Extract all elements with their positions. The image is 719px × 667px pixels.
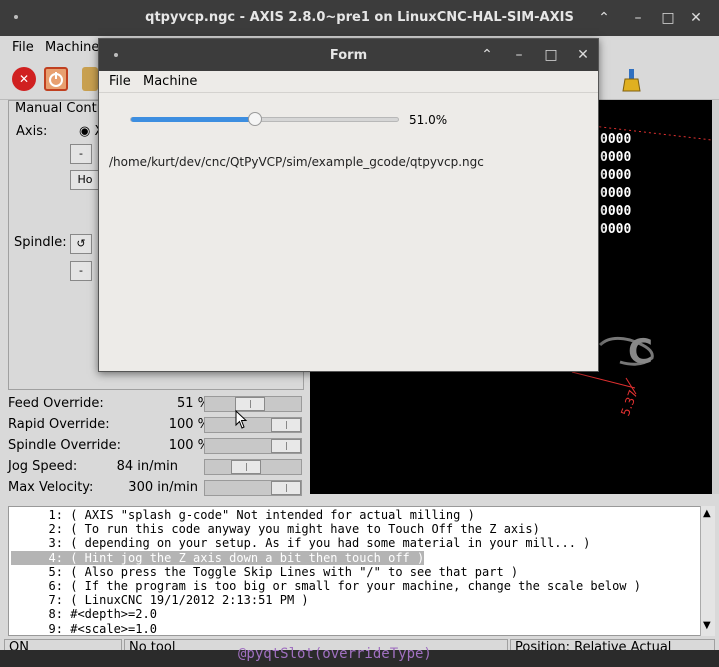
clear-live-plot-icon[interactable] — [620, 67, 644, 92]
line-number: 8: — [48, 607, 63, 622]
override-row: Feed Override: 51 % — [8, 394, 304, 414]
slider-thumb[interactable] — [231, 460, 261, 474]
home-button[interactable]: Ho — [70, 170, 100, 190]
preview-value: 0000 — [600, 222, 632, 237]
close-icon[interactable]: ✕ — [573, 45, 593, 65]
line-text: ( To run this code anyway you might have… — [63, 522, 540, 537]
slider-thumb[interactable] — [271, 481, 301, 495]
scroll-up-icon[interactable]: ▲ — [703, 508, 711, 519]
slider-thumb[interactable] — [271, 439, 301, 453]
override-label: Spindle Override: — [8, 438, 121, 453]
gcode-line[interactable]: 9: #<scale>=1.0 — [11, 622, 157, 636]
form-window: Form ⌃ – □ ✕ File Machine 51.0% /home/ku… — [98, 38, 599, 372]
preview-text: C — [628, 332, 653, 372]
line-number: 4: — [48, 550, 63, 565]
minimize-icon[interactable]: – — [509, 45, 529, 65]
shade-icon[interactable]: ⌃ — [477, 45, 497, 65]
preview-value: 0000 — [600, 204, 632, 219]
axis-titlebar[interactable]: qtpyvcp.ngc - AXIS 2.8.0~pre1 on LinuxCN… — [0, 0, 719, 36]
maximize-icon[interactable]: □ — [658, 8, 678, 28]
scroll-down-icon[interactable]: ▼ — [703, 620, 711, 631]
gcode-line[interactable]: 7: ( LinuxCNC 19/1/2012 2:13:51 PM ) — [11, 593, 309, 607]
form-menubar: File Machine — [99, 71, 598, 93]
gcode-line[interactable]: 6: ( If the program is too big or small … — [11, 579, 641, 593]
open-file-icon[interactable] — [82, 67, 98, 91]
preview-value: 0000 — [600, 132, 632, 147]
override-row: Max Velocity: 300 in/min — [8, 478, 304, 498]
line-number: 2: — [48, 522, 63, 537]
line-number: 5: — [48, 564, 63, 579]
menu-file[interactable]: File — [12, 40, 34, 55]
slider-handle[interactable] — [248, 112, 262, 126]
override-label: Rapid Override: — [8, 417, 110, 432]
form-titlebar[interactable]: Form ⌃ – □ ✕ — [99, 39, 598, 71]
override-slider[interactable] — [204, 396, 302, 412]
line-text: ( Hint jog the Z axis down a bit then to… — [63, 550, 425, 565]
gcode-line[interactable]: 4: ( Hint jog the Z axis down a bit then… — [11, 550, 425, 565]
file-path: /home/kurt/dev/cnc/QtPyVCP/sim/example_g… — [109, 155, 484, 169]
line-text: #<scale>=1.0 — [63, 621, 157, 636]
preview-value: 0000 — [600, 150, 632, 165]
override-slider[interactable] — [204, 480, 302, 496]
override-value: 84 in/min — [116, 459, 178, 474]
menu-machine[interactable]: Machine — [45, 40, 99, 55]
override-label: Jog Speed: — [8, 459, 78, 474]
slider-thumb[interactable] — [235, 397, 265, 411]
line-number: 7: — [48, 593, 63, 608]
line-number: 1: — [48, 508, 63, 522]
line-text: #<depth>=2.0 — [63, 607, 157, 622]
maximize-icon[interactable]: □ — [541, 45, 561, 65]
gcode-line[interactable]: 3: ( depending on your setup. As if you … — [11, 536, 591, 551]
form-menu-machine[interactable]: Machine — [143, 74, 197, 89]
jog-minus-button[interactable]: - — [70, 144, 92, 164]
spindle-label: Spindle: — [14, 235, 67, 250]
gcode-line[interactable]: 8: #<depth>=2.0 — [11, 607, 157, 621]
slider-thumb[interactable] — [271, 418, 301, 432]
line-number: 9: — [48, 621, 63, 636]
line-text: ( depending on your setup. As if you had… — [63, 536, 591, 551]
override-label: Feed Override: — [8, 396, 104, 411]
form-menu-file[interactable]: File — [109, 74, 131, 89]
line-text: ( LinuxCNC 19/1/2012 2:13:51 PM ) — [63, 593, 309, 608]
close-icon[interactable]: ✕ — [686, 8, 706, 28]
editor-background: @pyqtSlot(overrideType) — [0, 646, 719, 667]
spindle-reverse-icon[interactable]: ↺ — [70, 234, 92, 254]
override-label: Max Velocity: — [8, 480, 94, 495]
manual-control-label: Manual Contr — [15, 101, 103, 116]
gcode-line[interactable]: 1: ( AXIS "splash g-code" Not intended f… — [11, 508, 475, 522]
gcode-scrollbar[interactable]: ▲ ▼ — [700, 506, 715, 636]
override-value: 300 in/min — [128, 480, 198, 495]
preview-value: 0000 — [600, 186, 632, 201]
gcode-line[interactable]: 2: ( To run this code anyway you might h… — [11, 522, 540, 536]
shade-icon[interactable]: ⌃ — [594, 8, 614, 28]
estop-icon[interactable]: ✕ — [12, 67, 36, 91]
gcode-text[interactable]: 1: ( AXIS "splash g-code" Not intended f… — [8, 506, 712, 636]
preview-scrollbar[interactable] — [712, 100, 719, 494]
line-number: 3: — [48, 536, 63, 551]
override-slider[interactable] — [130, 112, 399, 126]
preview-value: 0000 — [600, 168, 632, 183]
slider-value: 51.0% — [409, 113, 448, 127]
gcode-line[interactable]: 5: ( Also press the Toggle Skip Lines wi… — [11, 564, 519, 579]
override-slider[interactable] — [204, 459, 302, 475]
line-number: 6: — [48, 579, 63, 593]
override-row: Spindle Override: 100 % — [8, 436, 304, 456]
axis-label: Axis: — [16, 124, 48, 139]
line-text: ( Also press the Toggle Skip Lines with … — [63, 564, 519, 579]
line-text: ( AXIS "splash g-code" Not intended for … — [63, 508, 475, 522]
override-row: Rapid Override: 100 % — [8, 415, 304, 435]
editor-code-fragment: @pyqtSlot(overrideType) — [238, 646, 432, 662]
line-text: ( If the program is too big or small for… — [63, 579, 641, 593]
spindle-minus-button[interactable]: - — [70, 261, 92, 281]
minimize-icon[interactable]: – — [628, 8, 648, 28]
override-slider[interactable] — [204, 417, 302, 433]
override-row: Jog Speed: 84 in/min — [8, 457, 304, 477]
power-icon[interactable] — [44, 67, 68, 91]
slider-fill — [131, 117, 252, 122]
override-slider[interactable] — [204, 438, 302, 454]
